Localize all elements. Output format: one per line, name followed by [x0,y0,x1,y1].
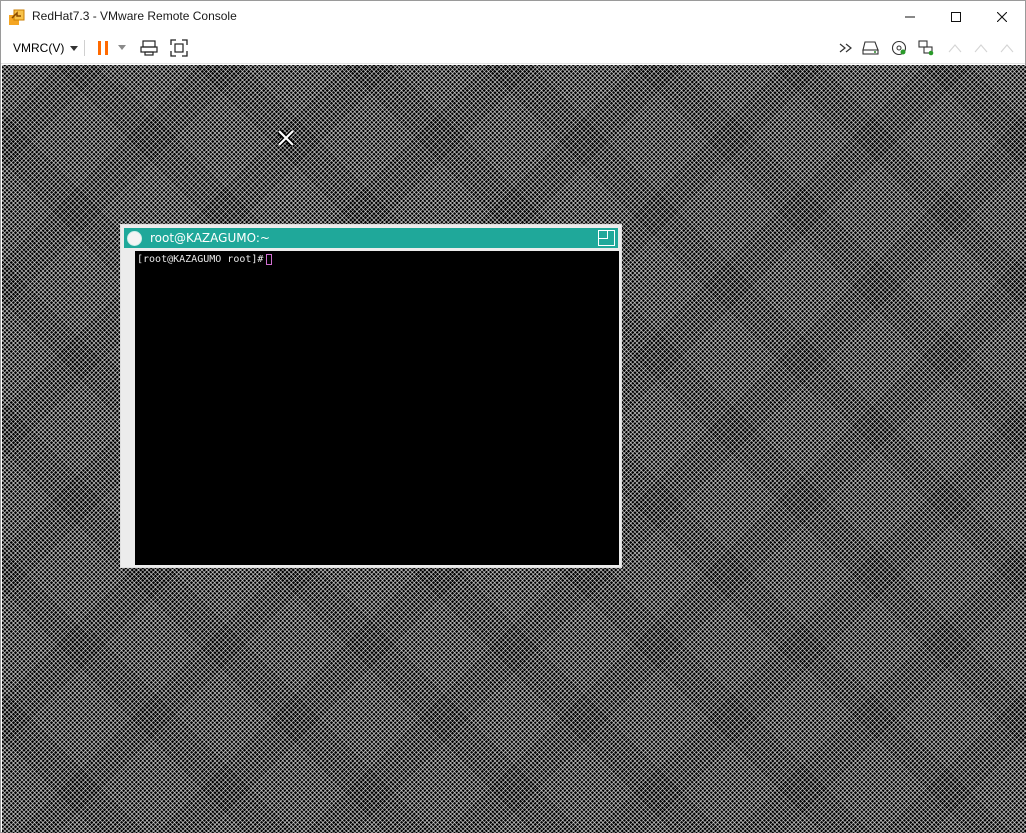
fullscreen-button[interactable] [168,36,190,60]
send-keys-icon [140,40,158,56]
device-disabled-icon [974,44,988,53]
more-options-button[interactable] [837,36,855,60]
toolbar: VMRC(V) [1,32,1025,64]
device-slot-1-button[interactable] [945,36,965,60]
xterm-window[interactable]: root@KAZAGUMO:~ [root@KAZAGUMO root]# [120,224,622,568]
window-menu-icon[interactable] [127,231,142,246]
pause-icon [98,41,108,55]
window-title: RedHat7.3 - VMware Remote Console [32,9,237,23]
network-adapter-button[interactable] [916,36,936,60]
chevron-down-icon [118,45,126,50]
device-slot-2-button[interactable] [971,36,991,60]
send-ctrl-alt-del-button[interactable] [138,36,160,60]
removable-device-button[interactable] [861,36,881,60]
vmrc-window: RedHat7.3 - VMware Remote Console VMRC(V… [0,0,1026,833]
title-bar[interactable]: RedHat7.3 - VMware Remote Console [1,1,1025,32]
vmrc-app-icon[interactable] [8,8,26,26]
network-icon [918,40,934,56]
minimize-button[interactable] [887,1,933,32]
device-disabled-icon [948,44,962,53]
vmrc-menu-button[interactable]: VMRC(V) [5,36,86,60]
shell-prompt: [root@KAZAGUMO root]# [137,254,264,265]
cd-drive-icon [891,40,907,56]
terminal-area[interactable]: [root@KAZAGUMO root]# [135,251,619,565]
pause-button[interactable] [93,36,113,60]
guest-console[interactable]: root@KAZAGUMO:~ [root@KAZAGUMO root]# [2,65,1026,833]
device-disabled-icon [1000,44,1014,53]
x-pointer-cursor-icon [276,128,296,148]
device-slot-3-button[interactable] [997,36,1017,60]
fullscreen-icon [170,39,188,57]
double-chevron-right-icon [839,43,852,53]
xterm-title: root@KAZAGUMO:~ [150,231,270,245]
text-cursor [266,254,273,265]
cd-dvd-button[interactable] [889,36,909,60]
vmrc-menu-label: VMRC(V) [13,41,65,55]
hard-disk-icon [862,41,879,55]
shell-prompt-line: [root@KAZAGUMO root]# [137,254,273,265]
xterm-title-bar[interactable]: root@KAZAGUMO:~ [124,228,618,248]
chevron-down-icon [70,45,79,51]
toolbar-divider [84,40,85,56]
close-button[interactable] [979,1,1025,32]
maximize-button[interactable] [933,1,979,32]
resize-icon[interactable] [598,230,615,246]
power-options-dropdown[interactable] [115,36,129,60]
